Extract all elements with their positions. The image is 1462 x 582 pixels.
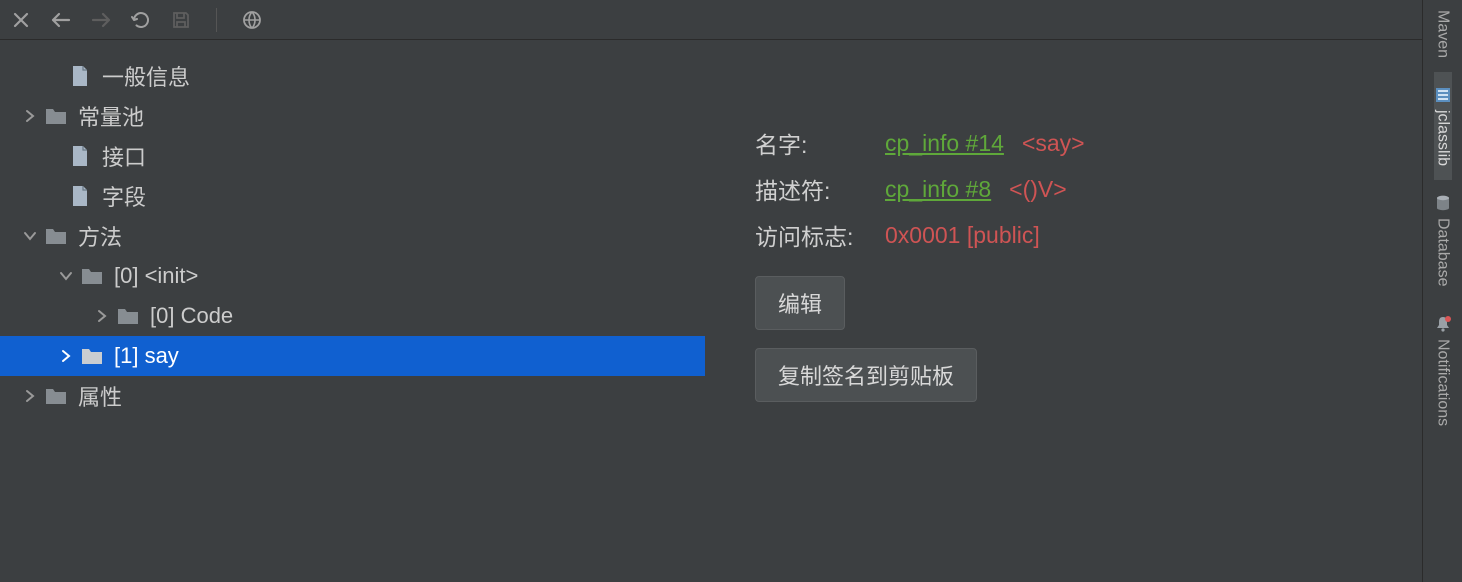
tree-item-constant-pool[interactable]: 常量池: [0, 96, 705, 136]
folder-icon: [44, 224, 68, 248]
folder-icon: [80, 344, 104, 368]
tree-label: 一般信息: [102, 60, 190, 92]
chevron-none: [44, 66, 64, 86]
toolwindow-label: Database: [1434, 218, 1452, 287]
tree-item-methods[interactable]: 方法: [0, 216, 705, 256]
jclasslib-icon: [1434, 86, 1452, 104]
toolwindow-jclasslib[interactable]: jclasslib: [1434, 72, 1452, 180]
toolwindow-label: jclasslib: [1434, 110, 1452, 166]
file-icon: [68, 184, 92, 208]
access-flags-label: 访问标志:: [755, 218, 885, 252]
chevron-right-icon[interactable]: [20, 386, 40, 406]
folder-icon: [44, 104, 68, 128]
chevron-down-icon[interactable]: [56, 266, 76, 286]
tree-label: [1] say: [114, 343, 179, 369]
file-icon: [68, 144, 92, 168]
globe-icon[interactable]: [241, 9, 263, 31]
chevron-right-icon[interactable]: [20, 106, 40, 126]
toolwindow-label: Notifications: [1434, 339, 1452, 426]
tree-item-interfaces[interactable]: 接口: [0, 136, 705, 176]
database-icon: [1434, 194, 1452, 212]
tree-pane: 一般信息 常量池 接口: [0, 40, 705, 582]
name-label: 名字:: [755, 126, 885, 160]
detail-pane: 名字: cp_info #14 <say> 描述符: cp_info #8 <(…: [705, 40, 1422, 582]
toolwindow-label: Maven: [1434, 10, 1452, 58]
tree-item-fields[interactable]: 字段: [0, 176, 705, 216]
file-icon: [68, 64, 92, 88]
toolwindow-notifications[interactable]: Notifications: [1434, 301, 1452, 440]
tree-item-attributes[interactable]: 属性: [0, 376, 705, 416]
toolwindow-database[interactable]: Database: [1434, 180, 1452, 301]
tree-label: [0] <init>: [114, 263, 198, 289]
tree-label: [0] Code: [150, 303, 233, 329]
descriptor-value: <()V>: [1009, 176, 1067, 203]
tree-item-code[interactable]: [0] Code: [0, 296, 705, 336]
folder-icon: [116, 304, 140, 328]
access-flags-value: 0x0001 [public]: [885, 222, 1040, 249]
toolbar-divider: [216, 8, 217, 32]
tree-label: 方法: [78, 220, 122, 252]
chevron-none: [44, 146, 64, 166]
name-value: <say>: [1022, 130, 1085, 157]
tree-item-general-info[interactable]: 一般信息: [0, 56, 705, 96]
refresh-icon[interactable]: [130, 9, 152, 31]
tree-label: 常量池: [78, 100, 144, 132]
arrow-right-icon: [90, 9, 112, 31]
chevron-none: [44, 186, 64, 206]
folder-icon: [44, 384, 68, 408]
save-icon: [170, 9, 192, 31]
chevron-right-icon[interactable]: [92, 306, 112, 326]
arrow-left-icon[interactable]: [50, 9, 72, 31]
toolbar: [0, 0, 1422, 40]
bell-icon: [1434, 315, 1452, 333]
copy-signature-button[interactable]: 复制签名到剪贴板: [755, 348, 977, 402]
toolwindow-maven[interactable]: Maven: [1434, 0, 1452, 72]
tree-item-method-say[interactable]: [1] say: [0, 336, 705, 376]
tree-label: 接口: [102, 140, 146, 172]
edit-button[interactable]: 编辑: [755, 276, 845, 330]
tree-item-method-init[interactable]: [0] <init>: [0, 256, 705, 296]
tree-label: 字段: [102, 180, 146, 212]
chevron-down-icon[interactable]: [20, 226, 40, 246]
descriptor-link[interactable]: cp_info #8: [885, 176, 991, 203]
chevron-right-icon[interactable]: [56, 346, 76, 366]
close-icon[interactable]: [10, 9, 32, 31]
descriptor-label: 描述符:: [755, 172, 885, 206]
folder-icon: [80, 264, 104, 288]
right-tool-bar: Maven jclasslib Database Notifications: [1422, 0, 1462, 582]
tree-label: 属性: [78, 380, 122, 412]
name-link[interactable]: cp_info #14: [885, 130, 1004, 157]
